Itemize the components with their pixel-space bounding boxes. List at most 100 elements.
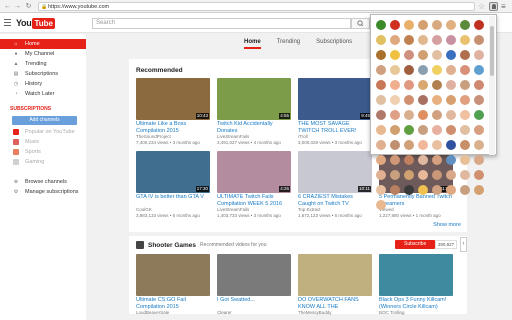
- emote-face-icon[interactable]: [404, 125, 414, 135]
- video-thumbnail[interactable]: 10:11: [298, 151, 372, 193]
- emote-face-icon[interactable]: [418, 95, 428, 105]
- sidebar-channel[interactable]: Music: [0, 137, 86, 147]
- guide-menu-icon[interactable]: [4, 19, 11, 26]
- video-thumbnail[interactable]: 17:30: [136, 151, 210, 193]
- video-title[interactable]: I Got Swatted...: [217, 297, 291, 310]
- video-card[interactable]: 10:43 Ultimate Like a Boss Compilation 20…: [136, 78, 210, 145]
- emote-face-icon[interactable]: [376, 35, 386, 45]
- emote-face-icon[interactable]: [432, 95, 442, 105]
- sidebar-item-subscriptions[interactable]: ▤ Subscriptions: [0, 69, 86, 79]
- emote-face-icon[interactable]: [432, 170, 442, 180]
- emote-face-icon[interactable]: [390, 35, 400, 45]
- video-card[interactable]: DO OVERWATCH FANS KNOW ALL THE OVERWATCH…: [298, 254, 372, 316]
- emote-face-icon[interactable]: [404, 65, 414, 75]
- emote-face-icon[interactable]: [404, 170, 414, 180]
- back-button[interactable]: ←: [3, 2, 12, 11]
- emote-face-icon[interactable]: [446, 155, 456, 165]
- sidebar-item-history[interactable]: ◷ History: [0, 79, 86, 89]
- emote-face-icon[interactable]: [376, 125, 386, 135]
- emote-face-icon[interactable]: [404, 80, 414, 90]
- emote-face-icon[interactable]: [460, 140, 470, 150]
- sidebar-channel[interactable]: Gaming: [0, 157, 86, 167]
- emote-face-icon[interactable]: [418, 50, 428, 60]
- emote-face-icon[interactable]: [376, 65, 386, 75]
- emote-face-icon[interactable]: [460, 50, 470, 60]
- emote-face-icon[interactable]: [474, 50, 484, 60]
- emote-face-icon[interactable]: [474, 65, 484, 75]
- video-card[interactable]: 17:30 GTA IV is better than GTA V CoolGK 3,…: [136, 151, 210, 218]
- search-input[interactable]: Search: [92, 18, 351, 29]
- emote-face-icon[interactable]: [446, 65, 456, 75]
- shelf-title[interactable]: Shooter Games: [148, 242, 196, 249]
- video-thumbnail[interactable]: 10:43: [136, 78, 210, 120]
- video-title[interactable]: THE MOST SAVAGE TWITCH TROLL EVER! PULLS…: [298, 121, 372, 134]
- sidebar-channel[interactable]: Popular on YouTube: [0, 127, 86, 137]
- extension-icon[interactable]: [489, 2, 498, 11]
- emote-face-icon[interactable]: [404, 140, 414, 150]
- youtube-logo[interactable]: You Tube: [16, 17, 55, 29]
- emote-face-icon[interactable]: [460, 80, 470, 90]
- video-channel[interactable]: TheMessyBuddy: [298, 310, 372, 316]
- tab-home[interactable]: Home: [244, 35, 261, 49]
- popup-scrollbar[interactable]: [489, 16, 495, 155]
- subscribe-button[interactable]: Subscribe: [395, 240, 435, 249]
- video-title[interactable]: DO OVERWATCH FANS KNOW ALL THE OVERWATCH: [298, 297, 372, 310]
- sidebar-channel[interactable]: Sports: [0, 147, 86, 157]
- emote-face-icon[interactable]: [390, 50, 400, 60]
- sidebar-item-home[interactable]: ⌂ Home: [0, 39, 86, 49]
- emote-face-icon[interactable]: [376, 80, 386, 90]
- emote-face-icon[interactable]: [446, 185, 456, 195]
- emote-face-icon[interactable]: [432, 80, 442, 90]
- emote-face-icon[interactable]: [404, 95, 414, 105]
- emote-face-icon[interactable]: [404, 35, 414, 45]
- emote-face-icon[interactable]: [376, 140, 386, 150]
- emote-face-icon[interactable]: [460, 185, 470, 195]
- manage-subscriptions-link[interactable]: ⚙ Manage subscriptions: [0, 187, 86, 197]
- emote-face-icon[interactable]: [446, 140, 456, 150]
- emote-face-icon[interactable]: [376, 20, 386, 30]
- emote-face-icon[interactable]: [376, 110, 386, 120]
- reload-button[interactable]: ↻: [24, 2, 33, 11]
- emote-face-icon[interactable]: [474, 35, 484, 45]
- popup-scroll-thumb[interactable]: [490, 26, 494, 76]
- emote-face-icon[interactable]: [446, 80, 456, 90]
- emote-face-icon[interactable]: [376, 185, 386, 195]
- sidebar-item-watch-later[interactable]: ◔ Watch Later: [0, 89, 86, 99]
- emote-face-icon[interactable]: [418, 125, 428, 135]
- video-card[interactable]: I Got Swatted... Clearer: [217, 254, 291, 316]
- emote-face-icon[interactable]: [474, 170, 484, 180]
- video-thumbnail[interactable]: [136, 254, 210, 296]
- video-channel[interactable]: Clearer: [217, 310, 291, 316]
- emote-face-icon[interactable]: [418, 110, 428, 120]
- emote-face-icon[interactable]: [460, 65, 470, 75]
- emote-face-icon[interactable]: [418, 80, 428, 90]
- emote-face-icon[interactable]: [376, 170, 386, 180]
- emote-face-icon[interactable]: [390, 185, 400, 195]
- video-thumbnail[interactable]: [217, 254, 291, 296]
- emote-face-icon[interactable]: [446, 110, 456, 120]
- shelf-next-arrow[interactable]: ›: [460, 237, 467, 252]
- emote-face-icon[interactable]: [418, 185, 428, 195]
- emote-face-icon[interactable]: [460, 155, 470, 165]
- video-title[interactable]: Ultimate Like a Boss Compilation 2015: [136, 121, 210, 134]
- video-title[interactable]: Twitch Kid Accidentally Donates: [217, 121, 291, 134]
- emote-face-icon[interactable]: [474, 20, 484, 30]
- emote-face-icon[interactable]: [432, 50, 442, 60]
- search-button[interactable]: [351, 18, 370, 29]
- video-channel[interactable]: BOC Trolling: [379, 310, 453, 316]
- sidebar-item-trending[interactable]: ▲ Trending: [0, 59, 86, 69]
- forward-button[interactable]: →: [13, 2, 22, 11]
- emote-face-icon[interactable]: [376, 50, 386, 60]
- emote-face-icon[interactable]: [460, 20, 470, 30]
- emote-face-icon[interactable]: [446, 50, 456, 60]
- video-title[interactable]: Black Ops 3 Funny Killcam! (Winners Circ…: [379, 297, 453, 310]
- video-title[interactable]: ULTIMATE Twitch Fails Compilation WEEK 5…: [217, 194, 291, 207]
- emote-face-icon[interactable]: [390, 140, 400, 150]
- emote-face-icon[interactable]: [474, 80, 484, 90]
- emote-face-icon[interactable]: [446, 95, 456, 105]
- emote-face-icon[interactable]: [432, 35, 442, 45]
- emote-face-icon[interactable]: [404, 155, 414, 165]
- video-card[interactable]: Black Ops 3 Funny Killcam! (Winners Circ…: [379, 254, 453, 316]
- video-thumbnail[interactable]: 9:45: [298, 78, 372, 120]
- emote-face-icon[interactable]: [460, 35, 470, 45]
